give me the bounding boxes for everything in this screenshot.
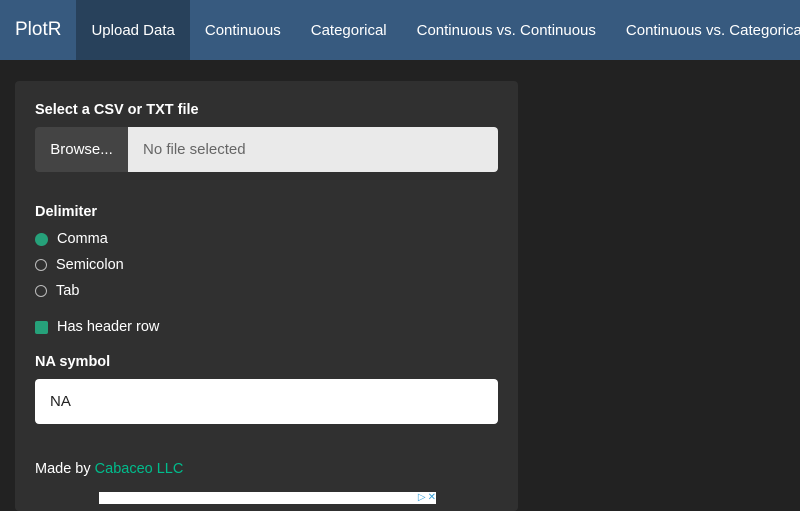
radio-tab[interactable] <box>35 285 47 297</box>
file-status-field[interactable]: No file selected <box>128 127 498 172</box>
adchoices-icon[interactable]: ▷ <box>418 493 426 503</box>
nav-tabs: Upload Data Continuous Categorical Conti… <box>76 0 800 60</box>
app-brand[interactable]: PlotR <box>0 0 76 60</box>
close-icon[interactable]: ✕ <box>428 493 436 503</box>
radio-label-semicolon: Semicolon <box>56 257 124 273</box>
author-link[interactable]: Cabaceo LLC <box>95 461 184 477</box>
header-row-option[interactable]: Has header row <box>35 317 159 337</box>
file-input-group: Browse... No file selected <box>35 127 498 172</box>
tab-categorical[interactable]: Categorical <box>296 0 402 60</box>
navbar: PlotR Upload Data Continuous Categorical… <box>0 0 800 60</box>
na-symbol-input[interactable]: NA <box>35 379 498 424</box>
browse-button[interactable]: Browse... <box>35 127 128 172</box>
header-row-checkbox[interactable] <box>35 320 48 334</box>
radio-label-comma: Comma <box>57 231 108 247</box>
tab-continuous-vs-categorical[interactable]: Continuous vs. Categorical <box>611 0 800 60</box>
tab-continuous[interactable]: Continuous <box>190 0 296 60</box>
upload-panel: Select a CSV or TXT file Browse... No fi… <box>15 81 518 511</box>
delimiter-option-semicolon[interactable]: Semicolon <box>35 255 124 275</box>
tab-upload-data[interactable]: Upload Data <box>76 0 190 60</box>
file-label: Select a CSV or TXT file <box>35 102 199 118</box>
ad-banner[interactable]: ▷ ✕ <box>99 492 436 504</box>
tab-continuous-vs-continuous[interactable]: Continuous vs. Continuous <box>402 0 611 60</box>
delimiter-option-comma[interactable]: Comma <box>35 229 108 249</box>
made-by-line: Made by Cabaceo LLC <box>35 461 183 477</box>
header-row-label: Has header row <box>57 319 160 335</box>
radio-semicolon[interactable] <box>35 259 47 271</box>
radio-comma[interactable] <box>35 232 48 246</box>
ad-controls: ▷ ✕ <box>418 492 436 504</box>
delimiter-option-tab[interactable]: Tab <box>35 281 79 301</box>
na-symbol-label: NA symbol <box>35 354 111 370</box>
delimiter-label: Delimiter <box>35 204 98 220</box>
radio-label-tab: Tab <box>56 283 80 299</box>
made-by-text: Made by <box>35 461 91 477</box>
